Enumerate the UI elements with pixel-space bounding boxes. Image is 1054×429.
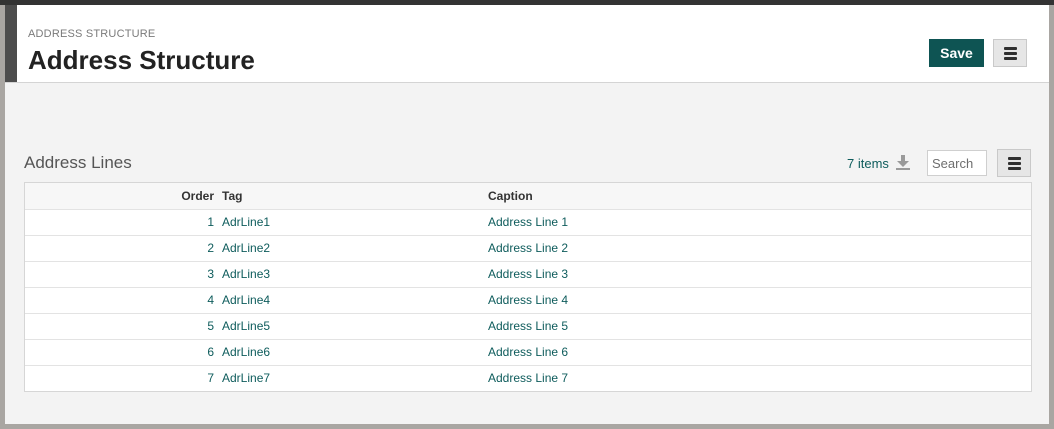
column-header-order[interactable]: Order bbox=[25, 183, 214, 209]
hamburger-menu-icon bbox=[1007, 156, 1021, 170]
caption-link[interactable]: Address Line 6 bbox=[488, 340, 888, 365]
page-title: Address Structure bbox=[28, 45, 255, 75]
caption-link[interactable]: Address Line 2 bbox=[488, 236, 888, 261]
order-cell: 6 bbox=[207, 345, 214, 359]
tag-link[interactable]: AdrLine1 bbox=[222, 210, 472, 235]
tag-link[interactable]: AdrLine3 bbox=[222, 262, 472, 287]
caption-link[interactable]: Address Line 4 bbox=[488, 288, 888, 313]
table-row[interactable]: 4 AdrLine4 Address Line 4 bbox=[25, 288, 1031, 314]
table-menu-button[interactable] bbox=[997, 149, 1031, 177]
search-input[interactable] bbox=[927, 150, 987, 176]
caption-link[interactable]: Address Line 3 bbox=[488, 262, 888, 287]
table-row[interactable]: 1 AdrLine1 Address Line 1 bbox=[25, 210, 1031, 236]
download-icon[interactable] bbox=[895, 154, 911, 171]
order-cell: 7 bbox=[207, 371, 214, 385]
table-row[interactable]: 6 AdrLine6 Address Line 6 bbox=[25, 340, 1031, 366]
caption-link[interactable]: Address Line 7 bbox=[488, 366, 888, 391]
tag-link[interactable]: AdrLine2 bbox=[222, 236, 472, 261]
breadcrumb[interactable]: ADDRESS STRUCTURE bbox=[28, 28, 155, 40]
tag-link[interactable]: AdrLine6 bbox=[222, 340, 472, 365]
table-row[interactable]: 3 AdrLine3 Address Line 3 bbox=[25, 262, 1031, 288]
table-row[interactable]: 2 AdrLine2 Address Line 2 bbox=[25, 236, 1031, 262]
table-header-row: Order Tag Caption bbox=[25, 183, 1031, 210]
page-frame: ADDRESS STRUCTURE Address Structure Save… bbox=[5, 5, 1049, 424]
address-lines-table: Order Tag Caption 1 AdrLine1 Address Lin… bbox=[24, 182, 1032, 392]
column-header-tag[interactable]: Tag bbox=[222, 183, 472, 209]
order-cell: 1 bbox=[207, 215, 214, 229]
tag-link[interactable]: AdrLine4 bbox=[222, 288, 472, 313]
section-title: Address Lines bbox=[24, 153, 132, 172]
tag-link[interactable]: AdrLine5 bbox=[222, 314, 472, 339]
hamburger-menu-icon bbox=[1003, 46, 1017, 60]
order-cell: 2 bbox=[207, 241, 214, 255]
header-menu-button[interactable] bbox=[993, 39, 1027, 67]
caption-link[interactable]: Address Line 5 bbox=[488, 314, 888, 339]
tag-link[interactable]: AdrLine7 bbox=[222, 366, 472, 391]
items-count: 7 items bbox=[847, 156, 889, 171]
order-cell: 3 bbox=[207, 267, 214, 281]
page-header: ADDRESS STRUCTURE Address Structure Save bbox=[5, 5, 1049, 83]
header-accent-bar bbox=[5, 5, 17, 82]
save-button[interactable]: Save bbox=[929, 39, 984, 67]
column-header-caption[interactable]: Caption bbox=[488, 183, 888, 209]
table-row[interactable]: 7 AdrLine7 Address Line 7 bbox=[25, 366, 1031, 391]
order-cell: 4 bbox=[207, 293, 214, 307]
table-row[interactable]: 5 AdrLine5 Address Line 5 bbox=[25, 314, 1031, 340]
caption-link[interactable]: Address Line 1 bbox=[488, 210, 888, 235]
order-cell: 5 bbox=[207, 319, 214, 333]
